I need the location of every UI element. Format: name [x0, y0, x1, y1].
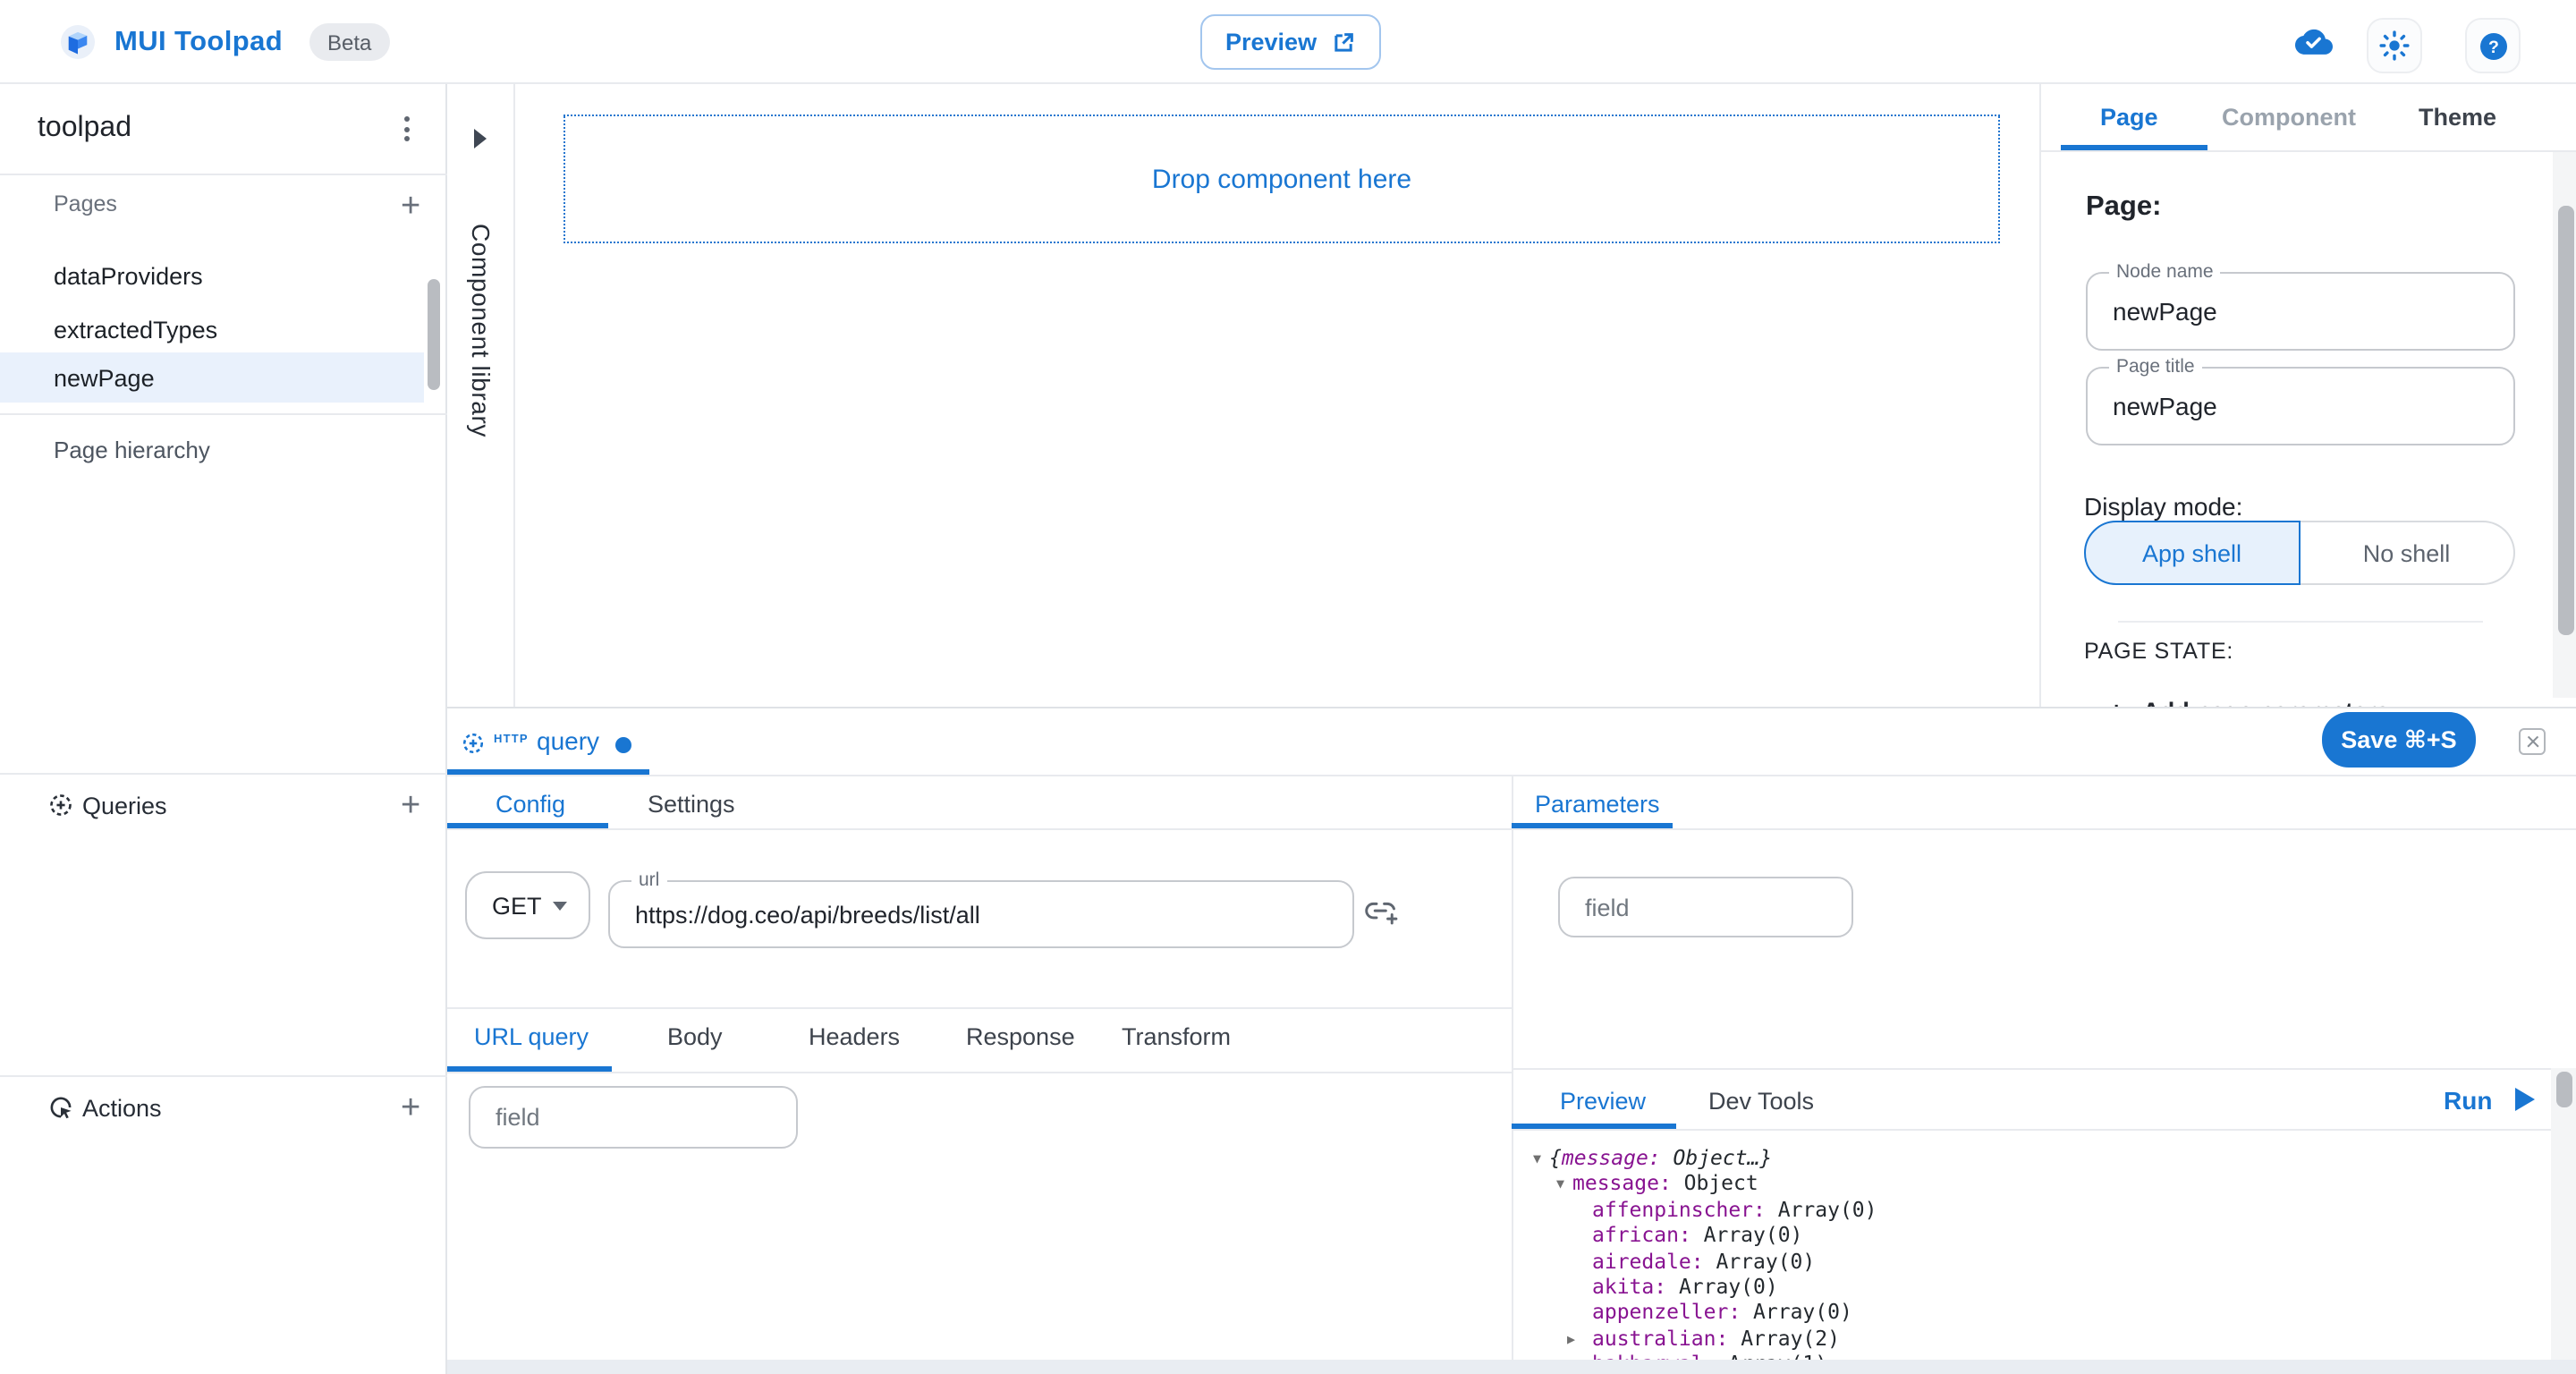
close-panel-button[interactable]: [2519, 728, 2546, 755]
project-name: toolpad: [38, 113, 131, 145]
queries-icon: [48, 793, 73, 818]
run-play-icon[interactable]: [2515, 1088, 2535, 1111]
inspector-heading: Page:: [2086, 191, 2161, 224]
page-title-value: newPage: [2113, 369, 2217, 444]
run-button-label: Run: [2444, 1086, 2492, 1115]
tab-headers[interactable]: Headers: [809, 1023, 900, 1050]
run-button[interactable]: Run: [2444, 1086, 2492, 1115]
save-button[interactable]: Save ⌘+S: [2322, 712, 2476, 768]
drop-zone[interactable]: Drop component here: [564, 114, 2000, 243]
tab-config[interactable]: Config: [496, 791, 565, 818]
tree-row[interactable]: ▼{message: Object…}: [1533, 1145, 1772, 1170]
tab-body[interactable]: Body: [667, 1023, 723, 1050]
node-name-value: newPage: [2113, 274, 2217, 349]
sidebar-item-newpage[interactable]: newPage: [0, 352, 424, 403]
unsaved-indicator-dot: [615, 737, 631, 753]
tab-response[interactable]: Response: [966, 1023, 1075, 1050]
add-link-icon: [1365, 898, 1399, 925]
url-value: https://dog.ceo/api/breeds/list/all: [635, 882, 980, 946]
query-protocol-label: HTTP: [494, 734, 529, 746]
tab-dev-tools[interactable]: Dev Tools: [1708, 1088, 1814, 1115]
svg-text:?: ?: [2487, 37, 2498, 56]
tab-url-query[interactable]: URL query: [474, 1023, 589, 1050]
drop-zone-hint: Drop component here: [1152, 164, 1411, 194]
tab-transform[interactable]: Transform: [1122, 1023, 1231, 1050]
method-select[interactable]: GET: [465, 871, 590, 939]
display-mode-no-shell[interactable]: No shell: [2300, 521, 2515, 585]
tree-row[interactable]: ▶australian: Array(2): [1567, 1326, 1840, 1351]
component-library-label: Component library: [467, 224, 496, 437]
launch-icon: [1331, 30, 1356, 55]
brightness-sun-icon: [2379, 30, 2410, 61]
tree-row[interactable]: ▶bakharwal: Array(1): [1567, 1351, 1827, 1360]
tab-parameters[interactable]: Parameters: [1535, 791, 1660, 818]
display-mode-app-shell[interactable]: App shell: [2084, 521, 2300, 585]
help-button[interactable]: ?: [2465, 18, 2521, 73]
display-mode-toggle: App shell No shell: [2084, 521, 2515, 585]
tab-component[interactable]: Component: [2222, 104, 2356, 131]
queries-section-label: Queries: [82, 793, 167, 819]
add-page-parameters-label: Add page parameters: [2142, 698, 2389, 707]
mui-toolpad-app: MUI Toolpad Beta Preview: [0, 0, 2576, 1374]
sidebar: toolpad Pages + dataProviders extractedT…: [0, 84, 447, 1374]
url-input[interactable]: url https://dog.ceo/api/breeds/list/all: [608, 880, 1354, 948]
toolpad-logo-icon: [61, 25, 95, 59]
inspector-scrollbar[interactable]: [2557, 206, 2573, 635]
pages-scrollbar[interactable]: [428, 279, 440, 390]
actions-icon: [48, 1095, 73, 1120]
tree-row: akita: Array(0): [1576, 1274, 1778, 1299]
help-icon: ?: [2477, 30, 2509, 62]
tab-theme[interactable]: Theme: [2419, 104, 2496, 131]
component-library-panel[interactable]: Component library: [447, 84, 515, 707]
add-page-button[interactable]: +: [401, 195, 420, 220]
result-scrollbar[interactable]: [2555, 1072, 2572, 1107]
parameters-field-input[interactable]: field: [1558, 877, 1853, 937]
preview-button-label: Preview: [1225, 29, 1317, 55]
parameters-field-value: field: [1585, 878, 1630, 936]
panel-bottom-strip: [447, 1360, 2576, 1374]
query-tab[interactable]: query: [537, 726, 599, 755]
project-menu-button[interactable]: [392, 114, 420, 143]
actions-section-label: Actions: [82, 1095, 162, 1122]
preview-button[interactable]: Preview: [1200, 14, 1381, 70]
theme-toggle-button[interactable]: [2367, 18, 2422, 73]
tree-row: appenzeller: Array(0): [1576, 1300, 1852, 1325]
sidebar-item-extractedtypes[interactable]: extractedTypes: [0, 304, 424, 354]
add-action-button[interactable]: +: [401, 1097, 420, 1122]
tree-row: african: Array(0): [1576, 1222, 1802, 1247]
tree-row: airedale: Array(0): [1576, 1248, 1815, 1273]
chevron-down-icon: [553, 902, 567, 911]
page-state-label: PAGE STATE:: [2084, 639, 2233, 664]
tab-page[interactable]: Page: [2100, 104, 2158, 131]
display-mode-label: Display mode:: [2084, 492, 2242, 521]
add-query-button[interactable]: +: [401, 794, 420, 819]
add-page-parameters-button[interactable]: + Add page parameters: [2109, 696, 2389, 707]
cloud-synced-icon: [2295, 27, 2333, 55]
json-result-tree: ▼{message: Object…} ▼message: Object aff…: [447, 1129, 2551, 1360]
node-name-field[interactable]: Node name newPage: [2086, 272, 2515, 351]
app-header: MUI Toolpad Beta Preview: [0, 0, 2576, 84]
expand-arrow-icon: [472, 129, 487, 148]
page-hierarchy-label: Page hierarchy: [54, 437, 210, 463]
plus-icon: +: [2109, 696, 2123, 707]
sidebar-item-dataproviders[interactable]: dataProviders: [0, 250, 424, 301]
query-editor-panel: HTTP query Save ⌘+S Config Settings GET …: [447, 707, 2576, 1374]
http-query-icon: [462, 732, 485, 755]
query-editor-header: HTTP query Save ⌘+S: [447, 708, 2576, 774]
tree-row: affenpinscher: Array(0): [1576, 1197, 1877, 1222]
app-title: MUI Toolpad: [114, 27, 283, 59]
pages-section-label: Pages: [54, 191, 117, 216]
result-scrollbar-track[interactable]: [2551, 1068, 2576, 1360]
inspector-panel: Page Component Theme Page: Node name new…: [2039, 84, 2576, 707]
beta-badge: Beta: [309, 23, 389, 61]
tree-row[interactable]: ▼message: Object: [1556, 1171, 1758, 1196]
tab-settings[interactable]: Settings: [648, 791, 735, 818]
method-value: GET: [492, 873, 542, 937]
editor-canvas: Component library Drop component here: [447, 84, 2039, 707]
tab-preview[interactable]: Preview: [1560, 1088, 1646, 1115]
page-title-field[interactable]: Page title newPage: [2086, 367, 2515, 445]
